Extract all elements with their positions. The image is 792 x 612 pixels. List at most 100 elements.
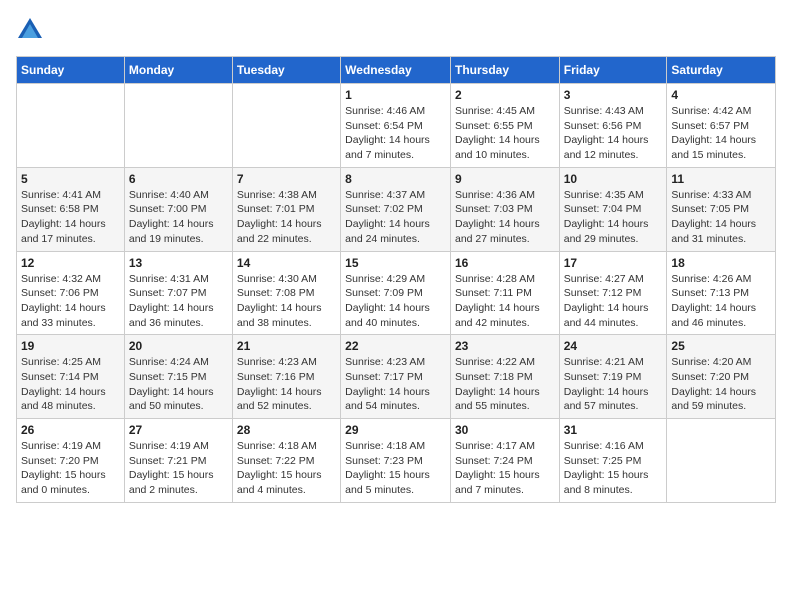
- day-info: Sunrise: 4:20 AM Sunset: 7:20 PM Dayligh…: [671, 355, 771, 414]
- day-number: 3: [564, 88, 663, 102]
- day-header-friday: Friday: [559, 57, 667, 84]
- calendar-day: 26 Sunrise: 4:19 AM Sunset: 7:20 PM Dayli…: [17, 419, 125, 503]
- calendar-day: 4 Sunrise: 4:42 AM Sunset: 6:57 PM Daylig…: [667, 84, 776, 168]
- calendar-day: 9Sunrise: 4:36 AM Sunset: 7:03 PM Daylig…: [450, 167, 559, 251]
- day-number: 24: [564, 339, 663, 353]
- calendar-day: 7 Sunrise: 4:38 AM Sunset: 7:01 PM Daylig…: [232, 167, 340, 251]
- calendar-day: [232, 84, 340, 168]
- day-number: 23: [455, 339, 555, 353]
- day-info: Sunrise: 4:46 AM Sunset: 6:54 PM Dayligh…: [345, 104, 446, 163]
- day-header-thursday: Thursday: [450, 57, 559, 84]
- logo-icon: [16, 16, 44, 44]
- day-info: Sunrise: 4:21 AM Sunset: 7:19 PM Dayligh…: [564, 355, 663, 414]
- calendar-day: [667, 419, 776, 503]
- day-info: Sunrise: 4:25 AM Sunset: 7:14 PM Dayligh…: [21, 355, 120, 414]
- calendar-table: SundayMondayTuesdayWednesdayThursdayFrid…: [16, 56, 776, 503]
- day-number: 5: [21, 172, 120, 186]
- day-number: 12: [21, 256, 120, 270]
- day-info: Sunrise: 4:24 AM Sunset: 7:15 PM Dayligh…: [129, 355, 228, 414]
- calendar-day: 13 Sunrise: 4:31 AM Sunset: 7:07 PM Dayli…: [124, 251, 232, 335]
- calendar-day: 18 Sunrise: 4:26 AM Sunset: 7:13 PM Dayli…: [667, 251, 776, 335]
- day-number: 19: [21, 339, 120, 353]
- day-number: 18: [671, 256, 771, 270]
- calendar-day: 17 Sunrise: 4:27 AM Sunset: 7:12 PM Dayli…: [559, 251, 667, 335]
- day-info: Sunrise: 4:29 AM Sunset: 7:09 PM Dayligh…: [345, 272, 446, 331]
- day-info: Sunrise: 4:32 AM Sunset: 7:06 PM Dayligh…: [21, 272, 120, 331]
- calendar-day: 5 Sunrise: 4:41 AM Sunset: 6:58 PM Daylig…: [17, 167, 125, 251]
- day-info: Sunrise: 4:35 AM Sunset: 7:04 PM Dayligh…: [564, 188, 663, 247]
- day-header-sunday: Sunday: [17, 57, 125, 84]
- calendar-day: 11 Sunrise: 4:33 AM Sunset: 7:05 PM Dayli…: [667, 167, 776, 251]
- day-number: 13: [129, 256, 228, 270]
- day-info: Sunrise: 4:22 AM Sunset: 7:18 PM Dayligh…: [455, 355, 555, 414]
- day-info: Sunrise: 4:23 AM Sunset: 7:16 PM Dayligh…: [237, 355, 336, 414]
- day-number: 7: [237, 172, 336, 186]
- calendar-day: 20 Sunrise: 4:24 AM Sunset: 7:15 PM Dayli…: [124, 335, 232, 419]
- day-number: 4: [671, 88, 771, 102]
- day-info: Sunrise: 4:37 AM Sunset: 7:02 PM Dayligh…: [345, 188, 446, 247]
- day-info: Sunrise: 4:19 AM Sunset: 7:20 PM Dayligh…: [21, 439, 120, 498]
- day-number: 21: [237, 339, 336, 353]
- day-number: 16: [455, 256, 555, 270]
- day-info: Sunrise: 4:30 AM Sunset: 7:08 PM Dayligh…: [237, 272, 336, 331]
- day-number: 17: [564, 256, 663, 270]
- calendar-day: 15 Sunrise: 4:29 AM Sunset: 7:09 PM Dayli…: [341, 251, 451, 335]
- day-number: 11: [671, 172, 771, 186]
- calendar-week-row: 19 Sunrise: 4:25 AM Sunset: 7:14 PM Dayli…: [17, 335, 776, 419]
- day-info: Sunrise: 4:23 AM Sunset: 7:17 PM Dayligh…: [345, 355, 446, 414]
- calendar-day: 6 Sunrise: 4:40 AM Sunset: 7:00 PM Daylig…: [124, 167, 232, 251]
- day-header-wednesday: Wednesday: [341, 57, 451, 84]
- day-number: 2: [455, 88, 555, 102]
- calendar-week-row: 26 Sunrise: 4:19 AM Sunset: 7:20 PM Dayli…: [17, 419, 776, 503]
- day-number: 26: [21, 423, 120, 437]
- day-info: Sunrise: 4:26 AM Sunset: 7:13 PM Dayligh…: [671, 272, 771, 331]
- logo: [16, 16, 48, 44]
- page-header: [16, 16, 776, 44]
- calendar-week-row: 1 Sunrise: 4:46 AM Sunset: 6:54 PM Daylig…: [17, 84, 776, 168]
- calendar-header-row: SundayMondayTuesdayWednesdayThursdayFrid…: [17, 57, 776, 84]
- day-number: 31: [564, 423, 663, 437]
- day-number: 9: [455, 172, 555, 186]
- calendar-day: 21 Sunrise: 4:23 AM Sunset: 7:16 PM Dayli…: [232, 335, 340, 419]
- day-number: 30: [455, 423, 555, 437]
- day-info: Sunrise: 4:40 AM Sunset: 7:00 PM Dayligh…: [129, 188, 228, 247]
- day-number: 14: [237, 256, 336, 270]
- calendar-day: 30Sunrise: 4:17 AM Sunset: 7:24 PM Dayli…: [450, 419, 559, 503]
- day-info: Sunrise: 4:27 AM Sunset: 7:12 PM Dayligh…: [564, 272, 663, 331]
- day-info: Sunrise: 4:38 AM Sunset: 7:01 PM Dayligh…: [237, 188, 336, 247]
- day-info: Sunrise: 4:18 AM Sunset: 7:22 PM Dayligh…: [237, 439, 336, 498]
- day-number: 25: [671, 339, 771, 353]
- calendar-day: 19 Sunrise: 4:25 AM Sunset: 7:14 PM Dayli…: [17, 335, 125, 419]
- day-info: Sunrise: 4:31 AM Sunset: 7:07 PM Dayligh…: [129, 272, 228, 331]
- day-number: 6: [129, 172, 228, 186]
- calendar-day: 2Sunrise: 4:45 AM Sunset: 6:55 PM Daylig…: [450, 84, 559, 168]
- day-info: Sunrise: 4:18 AM Sunset: 7:23 PM Dayligh…: [345, 439, 446, 498]
- day-number: 27: [129, 423, 228, 437]
- day-header-tuesday: Tuesday: [232, 57, 340, 84]
- day-number: 1: [345, 88, 446, 102]
- day-number: 15: [345, 256, 446, 270]
- day-info: Sunrise: 4:43 AM Sunset: 6:56 PM Dayligh…: [564, 104, 663, 163]
- day-info: Sunrise: 4:28 AM Sunset: 7:11 PM Dayligh…: [455, 272, 555, 331]
- day-info: Sunrise: 4:41 AM Sunset: 6:58 PM Dayligh…: [21, 188, 120, 247]
- day-info: Sunrise: 4:33 AM Sunset: 7:05 PM Dayligh…: [671, 188, 771, 247]
- calendar-day: 22 Sunrise: 4:23 AM Sunset: 7:17 PM Dayli…: [341, 335, 451, 419]
- calendar-day: 8 Sunrise: 4:37 AM Sunset: 7:02 PM Daylig…: [341, 167, 451, 251]
- calendar-day: 1 Sunrise: 4:46 AM Sunset: 6:54 PM Daylig…: [341, 84, 451, 168]
- calendar-day: 16 Sunrise: 4:28 AM Sunset: 7:11 PM Dayli…: [450, 251, 559, 335]
- day-number: 8: [345, 172, 446, 186]
- day-number: 10: [564, 172, 663, 186]
- calendar-day: 12 Sunrise: 4:32 AM Sunset: 7:06 PM Dayli…: [17, 251, 125, 335]
- calendar-day: 24 Sunrise: 4:21 AM Sunset: 7:19 PM Dayli…: [559, 335, 667, 419]
- calendar-day: 3 Sunrise: 4:43 AM Sunset: 6:56 PM Daylig…: [559, 84, 667, 168]
- day-number: 22: [345, 339, 446, 353]
- calendar-week-row: 5 Sunrise: 4:41 AM Sunset: 6:58 PM Daylig…: [17, 167, 776, 251]
- day-info: Sunrise: 4:19 AM Sunset: 7:21 PM Dayligh…: [129, 439, 228, 498]
- day-info: Sunrise: 4:16 AM Sunset: 7:25 PM Dayligh…: [564, 439, 663, 498]
- day-number: 20: [129, 339, 228, 353]
- calendar-day: 27 Sunrise: 4:19 AM Sunset: 7:21 PM Dayli…: [124, 419, 232, 503]
- day-info: Sunrise: 4:42 AM Sunset: 6:57 PM Dayligh…: [671, 104, 771, 163]
- calendar-day: 14 Sunrise: 4:30 AM Sunset: 7:08 PM Dayli…: [232, 251, 340, 335]
- calendar-week-row: 12 Sunrise: 4:32 AM Sunset: 7:06 PM Dayli…: [17, 251, 776, 335]
- calendar-day: 25 Sunrise: 4:20 AM Sunset: 7:20 PM Dayli…: [667, 335, 776, 419]
